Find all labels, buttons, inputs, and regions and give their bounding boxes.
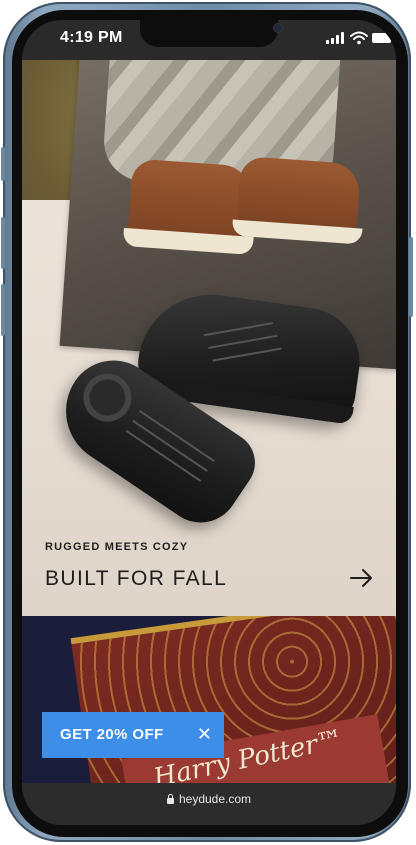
signal-icon — [326, 32, 346, 44]
arrow-right-icon[interactable] — [346, 563, 376, 593]
notch — [140, 20, 282, 47]
url-domain[interactable]: heydude.com — [179, 792, 251, 806]
close-icon[interactable]: ✕ — [197, 725, 212, 743]
wifi-icon — [350, 31, 368, 45]
hero-banner[interactable]: RUGGED MEETS COZY BUILT FOR FALL — [22, 60, 396, 616]
phone-screen: 4:19 PM RUGGED MEETS COZY BUILT FOR FALL… — [22, 20, 396, 825]
volume-up-button — [1, 217, 5, 269]
page-content[interactable]: RUGGED MEETS COZY BUILT FOR FALL Harry P… — [22, 60, 396, 783]
promo-button[interactable]: GET 20% OFF ✕ — [42, 712, 224, 758]
volume-down-button — [1, 284, 5, 336]
front-camera — [274, 24, 282, 32]
browser-url-bar[interactable]: heydude.com — [22, 783, 396, 825]
status-bar: 4:19 PM — [22, 20, 396, 60]
mute-switch — [1, 147, 5, 181]
promo-label: GET 20% OFF — [60, 726, 164, 743]
lock-icon — [166, 794, 174, 804]
hero-headline[interactable]: BUILT FOR FALL — [45, 567, 227, 591]
hero-eyebrow: RUGGED MEETS COZY — [45, 541, 189, 553]
power-button — [409, 237, 413, 317]
status-time: 4:19 PM — [60, 29, 123, 46]
battery-icon — [372, 33, 394, 43]
